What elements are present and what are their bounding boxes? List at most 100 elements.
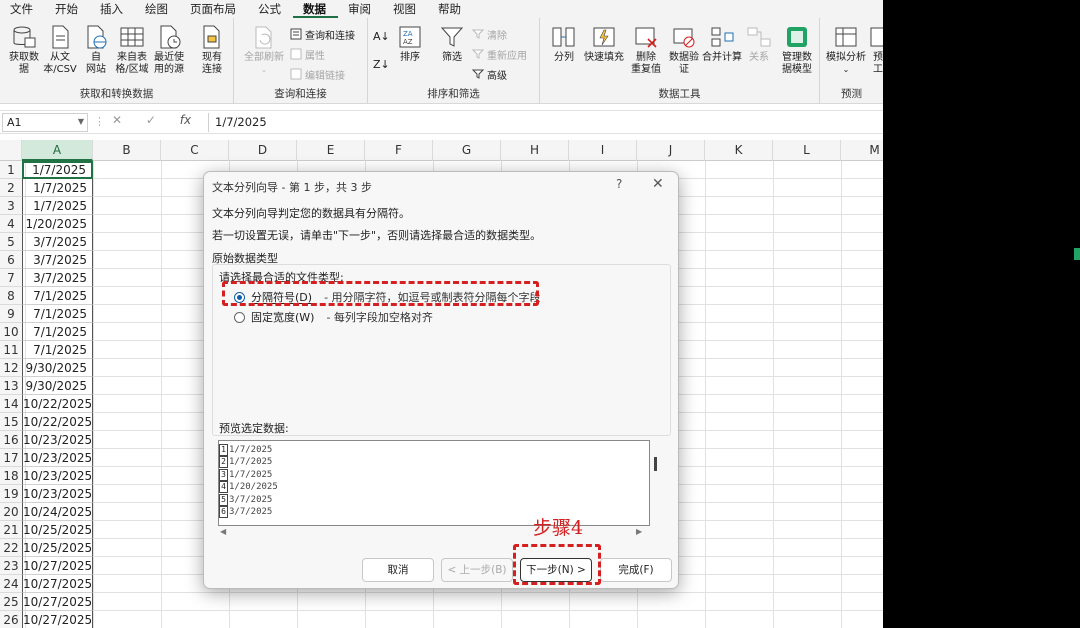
cell[interactable]: 7/1/2025: [22, 341, 93, 359]
radio-button[interactable]: [234, 311, 245, 323]
row-header[interactable]: 26: [0, 611, 22, 628]
cell[interactable]: 7/1/2025: [22, 323, 93, 341]
cell[interactable]: 10/25/2025: [22, 521, 93, 539]
row-header[interactable]: 25: [0, 593, 22, 611]
text-to-columns-button[interactable]: 分列: [546, 24, 582, 64]
row-header[interactable]: 11: [0, 341, 22, 359]
cell[interactable]: 10/22/2025: [22, 413, 93, 431]
column-header[interactable]: L: [773, 140, 841, 161]
help-icon[interactable]: ?: [616, 177, 622, 191]
filter-button[interactable]: 筛选: [432, 24, 472, 64]
column-header[interactable]: E: [297, 140, 365, 161]
get-data-button[interactable]: 获取数 据: [4, 24, 44, 76]
menu-item[interactable]: 绘图: [135, 0, 180, 18]
cell[interactable]: 9/30/2025: [22, 359, 93, 377]
column-header[interactable]: J: [637, 140, 705, 161]
row-header[interactable]: 1: [0, 161, 22, 179]
cell[interactable]: 10/27/2025: [22, 611, 93, 628]
cell[interactable]: 10/27/2025: [22, 557, 93, 575]
column-header[interactable]: H: [501, 140, 569, 161]
row-header[interactable]: 13: [0, 377, 22, 395]
cell[interactable]: 3/7/2025: [22, 251, 93, 269]
radio-fixed-width[interactable]: 固定宽度(W) - 每列字段加空格对齐: [234, 309, 433, 325]
cell[interactable]: 1/7/2025: [22, 179, 93, 197]
cell[interactable]: 7/1/2025: [22, 305, 93, 323]
row-header[interactable]: 22: [0, 539, 22, 557]
fx-icon[interactable]: fx: [180, 113, 191, 127]
formula-input[interactable]: 1/7/2025: [208, 113, 880, 132]
scroll-left-icon[interactable]: ◀: [220, 527, 226, 536]
column-header[interactable]: G: [433, 140, 501, 161]
row-header[interactable]: 19: [0, 485, 22, 503]
row-header[interactable]: 16: [0, 431, 22, 449]
cell[interactable]: 10/23/2025: [22, 467, 93, 485]
finish-button[interactable]: 完成(F): [600, 558, 672, 582]
column-header[interactable]: B: [93, 140, 161, 161]
cell[interactable]: 1/7/2025: [22, 161, 93, 179]
manage-data-model-button[interactable]: 管理数 据模型: [776, 24, 818, 76]
column-header[interactable]: F: [365, 140, 433, 161]
close-icon[interactable]: ✕: [652, 176, 664, 192]
row-header[interactable]: 3: [0, 197, 22, 215]
column-header[interactable]: M: [841, 140, 883, 161]
from-text-csv-button[interactable]: 从文 本/CSV: [40, 24, 80, 76]
cancel-button[interactable]: 取消: [362, 558, 434, 582]
consolidate-button[interactable]: 合并计算: [700, 24, 744, 64]
sort-az-icon[interactable]: A↓ Z↓: [373, 30, 390, 72]
column-header[interactable]: C: [161, 140, 229, 161]
flash-fill-button[interactable]: 快速填充: [582, 24, 626, 64]
cell[interactable]: 10/27/2025: [22, 575, 93, 593]
from-table-button[interactable]: 来自表 格/区域: [112, 24, 152, 76]
row-header[interactable]: 2: [0, 179, 22, 197]
existing-connections-button[interactable]: 现有 连接: [192, 24, 232, 76]
sort-button[interactable]: ZA AZ 排序: [390, 24, 430, 64]
menu-item[interactable]: 文件: [0, 0, 45, 18]
data-preview[interactable]: 1 1/7/2025 2 1/7/2025 3 1/7/2025 4 1/20/2025 5 3/…: [218, 440, 650, 526]
from-web-button[interactable]: 自 网站: [76, 24, 116, 76]
row-header[interactable]: 21: [0, 521, 22, 539]
menu-item[interactable]: 数据: [293, 0, 338, 18]
cell[interactable]: 10/22/2025: [22, 395, 93, 413]
row-header[interactable]: 14: [0, 395, 22, 413]
queries-connections-button[interactable]: 查询和连接: [290, 26, 355, 42]
row-header[interactable]: 15: [0, 413, 22, 431]
forecast-sheet-button[interactable]: 预 工: [868, 24, 883, 76]
column-header[interactable]: I: [569, 140, 637, 161]
cell[interactable]: 10/23/2025: [22, 431, 93, 449]
cell[interactable]: 10/23/2025: [22, 449, 93, 467]
back-button[interactable]: < 上一步(B): [441, 558, 513, 582]
cancel-icon[interactable]: ✕: [112, 113, 122, 127]
select-all-corner[interactable]: [0, 140, 22, 161]
column-header[interactable]: A: [22, 140, 93, 161]
row-header[interactable]: 10: [0, 323, 22, 341]
row-header[interactable]: 24: [0, 575, 22, 593]
row-header[interactable]: 7: [0, 269, 22, 287]
menu-item[interactable]: 插入: [90, 0, 135, 18]
row-header[interactable]: 4: [0, 215, 22, 233]
remove-duplicates-button[interactable]: 删除 重复值: [626, 24, 666, 76]
row-header[interactable]: 23: [0, 557, 22, 575]
data-validation-button[interactable]: 数据验 证: [664, 24, 704, 76]
row-header[interactable]: 17: [0, 449, 22, 467]
menu-item[interactable]: 视图: [383, 0, 428, 18]
menu-item[interactable]: 帮助: [428, 0, 473, 18]
menu-item[interactable]: 开始: [45, 0, 90, 18]
cell[interactable]: 3/7/2025: [22, 269, 93, 287]
reapply-button[interactable]: 重新应用: [472, 46, 527, 62]
cell[interactable]: 7/1/2025: [22, 287, 93, 305]
column-header[interactable]: D: [229, 140, 297, 161]
cell[interactable]: 1/20/2025: [22, 215, 93, 233]
menu-item[interactable]: 公式: [248, 0, 293, 18]
row-header[interactable]: 6: [0, 251, 22, 269]
cell[interactable]: 1/7/2025: [22, 197, 93, 215]
relationships-button[interactable]: 关系: [740, 24, 778, 64]
edit-links-button[interactable]: 编辑链接: [290, 66, 345, 82]
cell[interactable]: 10/27/2025: [22, 593, 93, 611]
row-header[interactable]: 12: [0, 359, 22, 377]
what-if-analysis-button[interactable]: 模拟分析 ⌄: [824, 24, 868, 76]
row-header[interactable]: 9: [0, 305, 22, 323]
recent-sources-button[interactable]: 最近使 用的源: [149, 24, 189, 76]
column-header[interactable]: K: [705, 140, 773, 161]
menu-item[interactable]: 审阅: [338, 0, 383, 18]
cell[interactable]: 10/23/2025: [22, 485, 93, 503]
